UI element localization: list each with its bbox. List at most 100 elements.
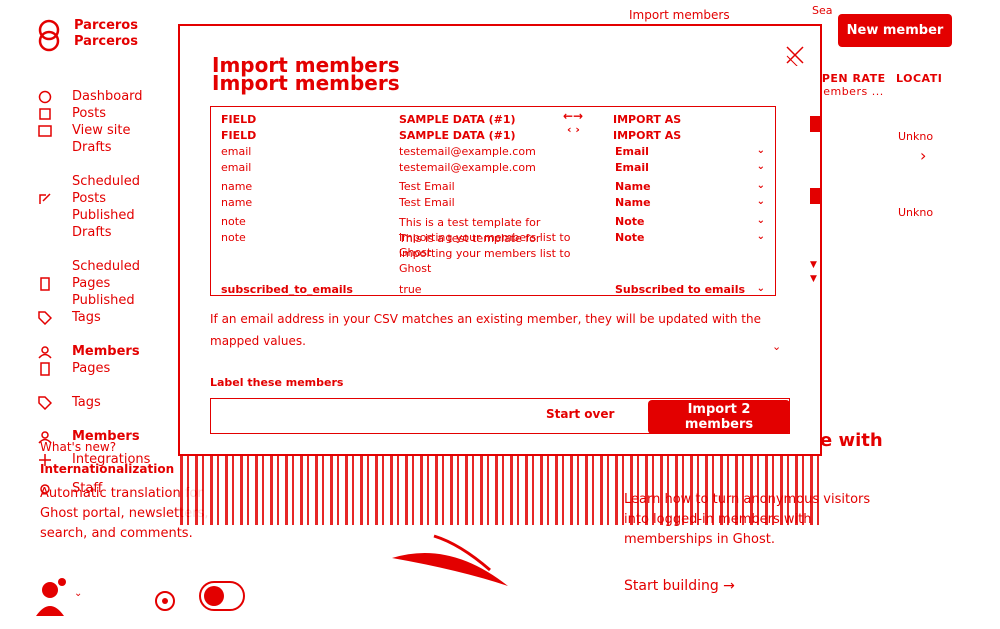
chevron-down-icon: ⌄ <box>756 145 765 156</box>
pages-icon <box>38 361 54 376</box>
sidebar-item-label: Scheduled <box>72 173 140 189</box>
sidebar-item-pages-2[interactable]: Pages <box>38 360 198 377</box>
import-as-select[interactable]: Name ⌄ <box>615 196 765 209</box>
header-import-as-dup: IMPORT AS <box>613 129 682 142</box>
brand-name: Parceros <box>74 18 138 33</box>
scroll-down-icon[interactable]: ▼ <box>810 274 817 284</box>
tag-icon <box>38 395 54 410</box>
user-area: ⌄ <box>36 574 276 618</box>
sidebar-item-label: Members <box>72 343 140 359</box>
import-as-select[interactable]: Subscribed to emails ⌄ <box>615 283 765 295</box>
sidebar-item-posts-2[interactable]: Posts <box>38 190 198 207</box>
sidebar: Parceros Parceros Dashboard Posts View s… <box>0 0 245 629</box>
import-as-select[interactable]: Note ⌄ <box>615 215 765 228</box>
import-as-select[interactable]: Note ⌄ <box>615 231 765 244</box>
chevron-down-icon: ⌄ <box>756 161 765 172</box>
chevron-down-icon[interactable]: ⌄ <box>772 340 781 353</box>
header-field-dup: FIELD <box>221 129 257 142</box>
new-member-button[interactable]: New member <box>838 14 952 47</box>
chevron-down-icon: ⌄ <box>756 231 765 242</box>
chevron-right-icon[interactable]: › <box>920 146 926 165</box>
sidebar-item-label: Drafts <box>72 224 112 240</box>
row-sample: Test Email <box>399 196 455 209</box>
column-open-rate[interactable]: OPEN RATE members ... <box>812 72 886 98</box>
column-label: OPEN RATE <box>812 72 886 85</box>
sidebar-nav: Dashboard Posts View site Drafts Schedul… <box>38 88 198 497</box>
theme-toggle-icon[interactable] <box>198 580 248 614</box>
sidebar-item-label: Scheduled <box>72 258 140 274</box>
modal-title-dup: Import members <box>212 71 400 95</box>
row-sample: testemail@example.com <box>399 161 536 174</box>
scroll-down-icon[interactable]: ▼ <box>810 260 817 270</box>
intl-title: Internationalization <box>40 462 175 476</box>
sidebar-item-view-site[interactable]: View site <box>38 122 198 139</box>
location-cell: Unkno <box>898 206 934 219</box>
chevron-left-right-icon[interactable]: ‹ › <box>567 123 580 136</box>
sidebar-item-scheduled-2[interactable]: Scheduled <box>38 258 198 275</box>
column-sub-label: members ... <box>812 85 884 98</box>
members-icon <box>38 345 54 359</box>
chevron-down-icon[interactable]: ⌄ <box>74 588 82 599</box>
header-field: FIELD <box>221 113 257 126</box>
chevron-down-icon: ⌄ <box>756 215 765 226</box>
start-over-button[interactable]: Start over <box>540 406 620 422</box>
brand[interactable]: Parceros Parceros <box>32 18 138 52</box>
close-button[interactable] <box>784 44 806 73</box>
start-building-link[interactable]: Start building → <box>624 578 735 594</box>
chevron-down-icon: ⌄ <box>756 283 765 294</box>
sidebar-item-published[interactable]: Published <box>38 207 198 224</box>
sidebar-item-published-2[interactable]: Published <box>38 292 198 309</box>
sidebar-item-label: Dashboard <box>72 88 143 104</box>
sidebar-item-members[interactable]: Members <box>38 343 198 360</box>
arrows-icon: ←→ <box>563 109 584 123</box>
settings-icon[interactable] <box>148 584 182 618</box>
dashboard-icon <box>38 90 54 104</box>
scrollbar-thumb[interactable] <box>810 116 820 132</box>
import-members-modal: Import members Import members FIELD FIEL… <box>178 24 822 456</box>
sidebar-item-label: Posts <box>72 105 106 121</box>
label-members-title: Label these members <box>210 376 344 389</box>
row-sample: testemail@example.com <box>399 145 536 158</box>
sidebar-item-scheduled[interactable]: Scheduled <box>38 173 198 190</box>
tag-icon <box>38 310 54 325</box>
sidebar-item-label: Tags <box>72 394 101 410</box>
sidebar-item-label: Drafts <box>72 139 112 155</box>
scrollbar-thumb[interactable] <box>810 188 820 204</box>
chevron-down-icon: ⌄ <box>756 196 765 207</box>
view-site-icon <box>38 124 54 138</box>
avatar[interactable] <box>36 574 76 618</box>
row-field: note <box>221 231 246 244</box>
search-field[interactable]: Sea <box>812 4 833 17</box>
sidebar-item-posts[interactable]: Posts <box>38 105 198 122</box>
brand-name-dup: Parceros <box>74 34 138 49</box>
sidebar-item-tags[interactable]: Tags <box>38 309 198 326</box>
sidebar-item-drafts-2[interactable]: Drafts <box>38 224 198 241</box>
location-cell: Unkno <box>898 130 934 143</box>
sidebar-item-label: Posts <box>72 190 106 206</box>
brand-logo-icon <box>38 19 60 52</box>
table-scrollbar[interactable]: ▼ ▼ <box>810 116 820 286</box>
swoosh-illustration <box>392 534 508 586</box>
sidebar-item-label: Tags <box>72 309 101 325</box>
sidebar-item-label: View site <box>72 122 131 138</box>
column-location[interactable]: LOCATI <box>896 72 942 85</box>
background-title-fragment: e with <box>820 430 883 451</box>
import-as-select[interactable]: Email ⌄ <box>615 161 765 174</box>
row-sample: true <box>399 283 422 296</box>
header-import-link[interactable]: Import members <box>629 8 730 22</box>
import-members-button[interactable]: Import 2 members <box>648 400 790 434</box>
header-import-as: IMPORT AS <box>613 113 682 126</box>
sidebar-item-pages[interactable]: Pages <box>38 275 198 292</box>
sidebar-item-tags-2[interactable]: Tags <box>38 394 198 411</box>
sidebar-item-drafts[interactable]: Drafts <box>38 139 198 156</box>
sidebar-item-dashboard[interactable]: Dashboard <box>38 88 198 105</box>
import-as-select[interactable]: Email ⌄ <box>615 145 765 158</box>
edit-icon <box>38 192 54 206</box>
sidebar-item-label: Pages <box>72 360 111 376</box>
header-sample-dup: SAMPLE DATA (#1) <box>399 129 516 142</box>
import-as-select[interactable]: Name ⌄ <box>615 180 765 193</box>
row-field: email <box>221 161 252 174</box>
